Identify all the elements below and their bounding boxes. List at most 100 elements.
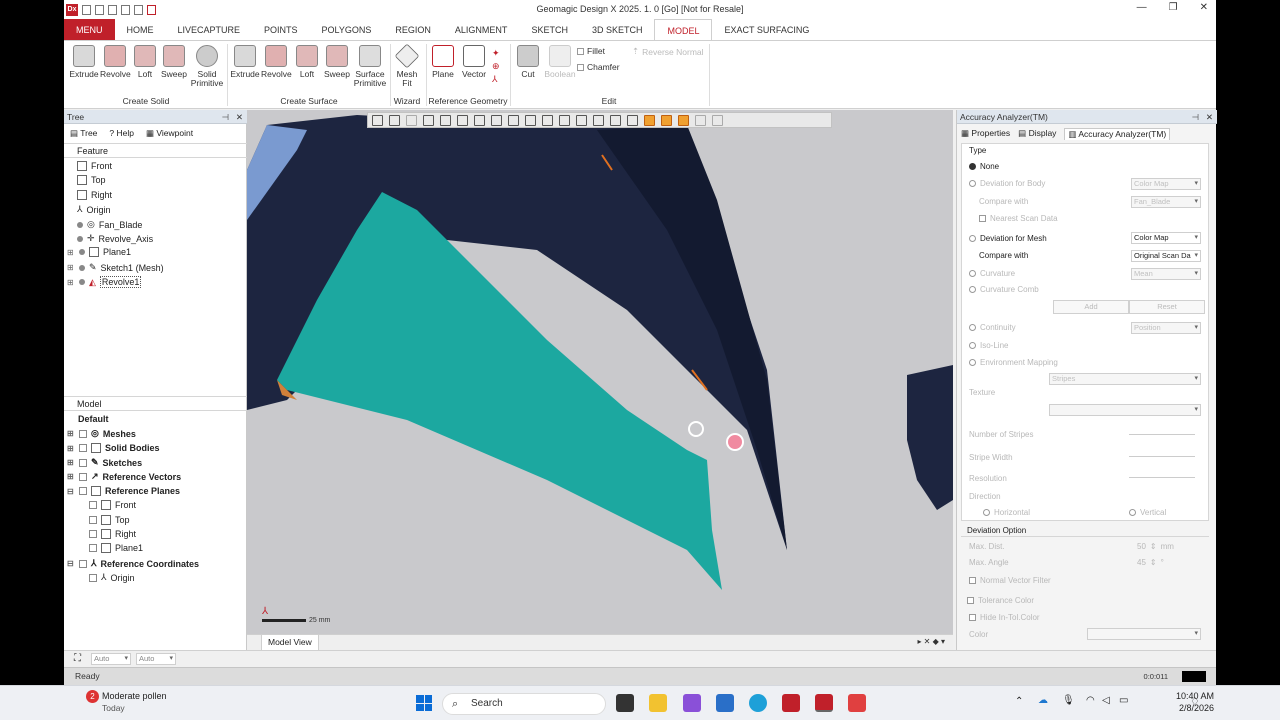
expand-icon[interactable]: ⊞ <box>67 429 75 438</box>
save-icon[interactable] <box>108 4 117 15</box>
line-icon[interactable] <box>525 114 536 126</box>
expand-icon[interactable]: ⊞ <box>67 472 75 481</box>
feature-fan-blade[interactable]: ◎ Fan_Blade <box>77 219 142 230</box>
deviation-mesh-radio[interactable]: Deviation for Mesh <box>969 234 1047 243</box>
store-icon[interactable] <box>716 694 734 712</box>
extrude-surface-button[interactable]: Extrude <box>230 45 260 79</box>
visibility-checkbox[interactable] <box>79 458 87 467</box>
pin-icon[interactable]: ⊣ <box>222 110 229 124</box>
tab-properties[interactable]: ▦ Properties <box>961 128 1010 140</box>
pin-icon[interactable]: ⊣ <box>1192 110 1199 124</box>
snap-auto-combo-1[interactable]: Auto <box>91 653 131 665</box>
expand-icon[interactable]: ⊞ <box>67 458 75 467</box>
tab-viewpoint[interactable]: ▦ Viewpoint <box>146 128 193 139</box>
plane-right[interactable]: Right <box>89 529 136 539</box>
snap-icon[interactable]: ⛶ <box>74 653 81 664</box>
env-mapping-radio[interactable]: Environment Mapping <box>969 358 1058 367</box>
model-solid-bodies[interactable]: ⊞ Solid Bodies <box>67 443 160 453</box>
tab-model-view[interactable]: Model View <box>261 635 319 651</box>
visibility-checkbox[interactable] <box>79 429 87 438</box>
windows-start-icon[interactable] <box>416 695 432 711</box>
reverse-normal-button[interactable]: ⇡ Reverse Normal <box>632 46 704 57</box>
type-none-radio[interactable]: None <box>969 162 999 171</box>
expand-icon[interactable]: ⊞ <box>67 278 75 287</box>
model-reference-planes[interactable]: ⊟ Reference Planes <box>67 486 180 496</box>
visibility-checkbox[interactable] <box>89 573 97 582</box>
stripes-slider[interactable] <box>1129 434 1195 435</box>
section2-icon[interactable] <box>457 114 468 126</box>
loft-surface-button[interactable]: Loft <box>293 45 321 79</box>
continuity-radio[interactable]: Continuity <box>969 323 1016 332</box>
view-box-icon[interactable] <box>406 114 417 126</box>
file-explorer-icon[interactable] <box>649 694 667 712</box>
reference-point-icons[interactable]: ✦ ⊕ ⅄ <box>492 47 500 86</box>
deviation-mesh-combo[interactable]: Color Map <box>1131 232 1201 244</box>
tab-polygons[interactable]: POLYGONS <box>310 19 384 40</box>
view-front-icon[interactable] <box>372 114 383 126</box>
section3-icon[interactable] <box>474 114 485 126</box>
wifi-icon[interactable]: ◠ <box>1086 695 1095 706</box>
clip-icon[interactable] <box>508 114 519 126</box>
normal-vector-filter-checkbox[interactable]: Normal Vector Filter <box>969 576 1051 585</box>
snap-auto-combo-2[interactable]: Auto <box>136 653 176 665</box>
tab-sketch[interactable]: SKETCH <box>519 19 580 40</box>
section4-icon[interactable] <box>491 114 502 126</box>
feature-origin[interactable]: ⅄ Origin <box>77 204 111 215</box>
taskbar-search[interactable]: ⌕ Search <box>442 693 606 715</box>
model-default[interactable]: Default <box>78 414 109 424</box>
revolve-solid-button[interactable]: Revolve <box>100 45 131 79</box>
boolean-button[interactable]: Boolean <box>544 45 576 79</box>
sweep-surface-button[interactable]: Sweep <box>322 45 352 79</box>
coord-origin[interactable]: ⅄ Origin <box>89 572 135 583</box>
tray-overflow-icon[interactable]: ⌃ <box>1015 696 1023 707</box>
texture-combo[interactable] <box>1049 404 1201 416</box>
stripe-width-slider[interactable] <box>1129 456 1195 457</box>
tab-livecapture[interactable]: LIVECAPTURE <box>166 19 253 40</box>
circle-select-icon[interactable] <box>559 114 570 126</box>
filter3-icon[interactable] <box>678 114 689 126</box>
env-mapping-combo[interactable]: Stripes <box>1049 373 1201 385</box>
undo-icon[interactable] <box>147 4 156 15</box>
tab-alignment[interactable]: ALIGNMENT <box>443 19 520 40</box>
model-viewport[interactable]: ⅄ 25 mm <box>247 110 953 634</box>
tab-menu[interactable]: MENU <box>64 19 115 40</box>
visibility-checkbox[interactable] <box>79 472 87 481</box>
capture-app-icon[interactable] <box>848 694 866 712</box>
reset-button[interactable]: Reset <box>1129 300 1205 314</box>
model-meshes[interactable]: ⊞ ◎ Meshes <box>67 428 136 439</box>
copilot-icon[interactable] <box>683 694 701 712</box>
import-icon[interactable] <box>121 4 130 15</box>
visibility-checkbox[interactable] <box>79 559 87 568</box>
maximize-icon[interactable]: ❐ <box>1169 2 1178 13</box>
model-reference-coordinates[interactable]: ⊟ ⅄ Reference Coordinates <box>67 558 199 569</box>
hide-in-tol-checkbox[interactable]: Hide In-Tol.Color <box>969 613 1040 622</box>
edge-icon[interactable] <box>749 694 767 712</box>
close-panel-icon[interactable]: ✕ <box>236 110 243 124</box>
tab-tree[interactable]: ▤ Tree <box>70 128 97 139</box>
section-icon[interactable] <box>440 114 451 126</box>
resolution-slider[interactable] <box>1129 477 1195 478</box>
select-icon[interactable] <box>542 114 553 126</box>
visibility-checkbox[interactable] <box>79 444 87 452</box>
tab-model[interactable]: MODEL <box>654 19 713 40</box>
feature-sketch1[interactable]: ⊞ ✎ Sketch1 (Mesh) <box>67 262 164 273</box>
feature-revolve1[interactable]: ⊞ ◭ Revolve1 <box>67 276 142 288</box>
open-file-icon[interactable] <box>95 4 104 15</box>
collapse-icon[interactable]: ⊟ <box>67 559 75 568</box>
mesh-fit-button[interactable]: Mesh Fit <box>393 43 421 88</box>
cut-button[interactable]: Cut <box>514 45 542 79</box>
compare-body-combo[interactable]: Fan_Blade <box>1131 196 1201 208</box>
deviation-body-radio[interactable]: Deviation for Body <box>969 179 1045 188</box>
expand-icon[interactable]: ⊞ <box>67 248 75 257</box>
view-cube-icon[interactable] <box>423 114 434 126</box>
close-icon[interactable]: ✕ <box>1200 2 1208 13</box>
curvature-comb-radio[interactable]: Curvature Comb <box>969 285 1039 294</box>
tab-accuracy-analyzer[interactable]: ▥ Accuracy Analyzer(TM) <box>1064 128 1171 140</box>
max-angle-field[interactable]: 45 ⇕ ° <box>1137 558 1164 567</box>
expand-icon[interactable]: ⊞ <box>67 444 75 453</box>
collapse-icon[interactable]: ⊟ <box>67 487 75 496</box>
task-view-icon[interactable] <box>616 694 634 712</box>
tab-display[interactable]: ▤ Display <box>1018 128 1056 140</box>
horizontal-radio[interactable]: Horizontal <box>983 508 1030 517</box>
feature-top[interactable]: Top <box>77 175 106 185</box>
